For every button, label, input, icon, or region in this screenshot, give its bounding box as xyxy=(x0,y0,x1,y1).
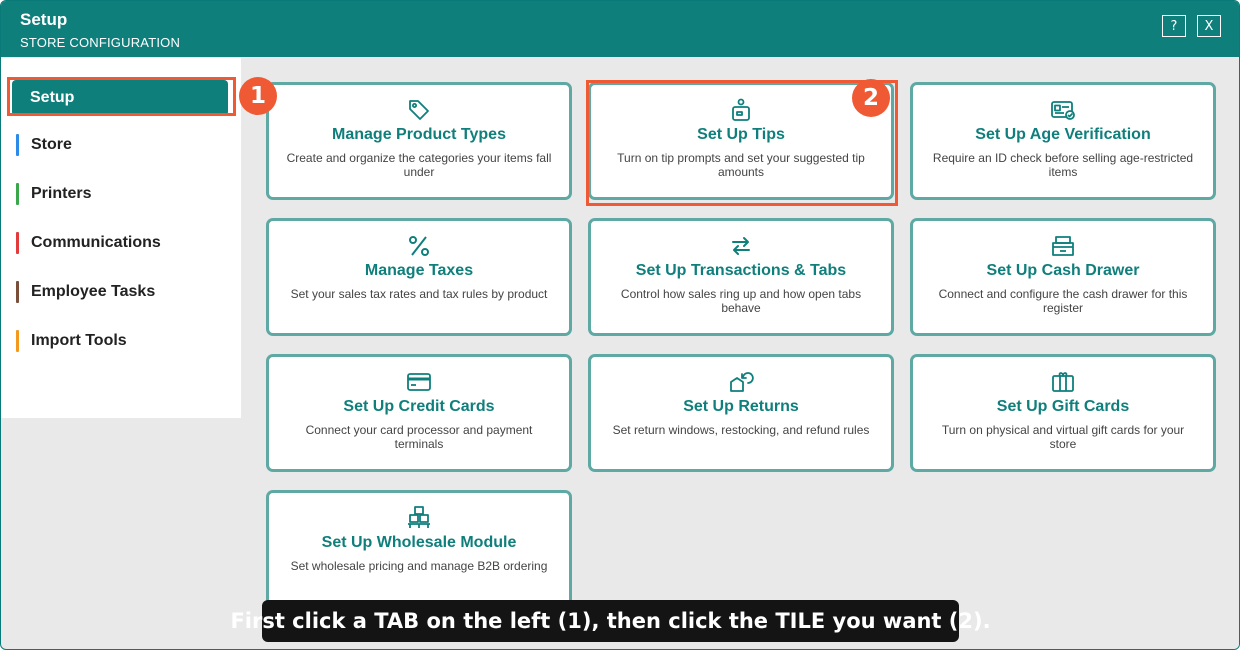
swap-arrows-icon xyxy=(728,233,754,259)
callout-badge-1: 1 xyxy=(239,77,277,115)
tile-set-up-cash-drawer[interactable]: Set Up Cash Drawer Connect and configure… xyxy=(910,218,1216,336)
sidebar-item-printers[interactable]: Printers xyxy=(12,176,228,212)
sidebar-item-label: Communications xyxy=(31,234,161,251)
tile-title: Set Up Age Verification xyxy=(975,126,1151,143)
window-title: Setup xyxy=(20,10,68,29)
gift-icon xyxy=(1050,369,1076,395)
tile-manage-taxes[interactable]: Manage Taxes Set your sales tax rates an… xyxy=(266,218,572,336)
sidebar-item-employee-tasks[interactable]: Employee Tasks xyxy=(12,274,228,310)
close-button[interactable]: X xyxy=(1197,15,1221,37)
tile-set-up-returns[interactable]: Set Up Returns Set return windows, resto… xyxy=(588,354,894,472)
sidebar-item-label: Printers xyxy=(31,185,92,202)
tile-title: Manage Product Types xyxy=(332,126,506,143)
percent-icon xyxy=(406,233,432,259)
accent-bar xyxy=(16,330,19,352)
tile-description: Create and organize the categories your … xyxy=(286,151,552,179)
tile-title: Set Up Wholesale Module xyxy=(321,534,517,551)
tile-set-up-gift-cards[interactable]: Set Up Gift Cards Turn on physical and v… xyxy=(910,354,1216,472)
tile-title: Set Up Gift Cards xyxy=(996,398,1130,415)
tile-description: Set wholesale pricing and manage B2B ord… xyxy=(290,559,548,573)
instruction-banner: First click a TAB on the left (1), then … xyxy=(230,600,991,642)
sidebar-item-store[interactable]: Store xyxy=(12,127,228,163)
tile-description: Require an ID check before selling age-r… xyxy=(932,151,1194,179)
tile-title: Set Up Transactions & Tabs xyxy=(635,262,847,279)
sidebar-item-label: Import Tools xyxy=(31,332,127,349)
tile-title: Set Up Returns xyxy=(683,398,799,415)
tile-title: Set Up Credit Cards xyxy=(343,398,495,415)
tile-description: Set return windows, restocking, and refu… xyxy=(612,423,870,437)
sidebar-item-communications[interactable]: Communications xyxy=(12,225,228,261)
tile-description: Turn on physical and virtual gift cards … xyxy=(941,423,1185,451)
tile-set-up-transactions-tabs[interactable]: Set Up Transactions & Tabs Control how s… xyxy=(588,218,894,336)
tile-set-up-credit-cards[interactable]: Set Up Credit Cards Connect your card pr… xyxy=(266,354,572,472)
cash-drawer-icon xyxy=(1050,233,1076,259)
help-button[interactable]: ? xyxy=(1162,15,1186,37)
accent-bar xyxy=(16,134,19,156)
tile-title: Set Up Cash Drawer xyxy=(986,262,1140,279)
window-subtitle: STORE CONFIGURATION xyxy=(20,35,181,50)
return-box-icon xyxy=(728,369,754,395)
tile-manage-product-types[interactable]: Manage Product Types Create and organize… xyxy=(266,82,572,200)
accent-bar xyxy=(16,183,19,205)
sidebar-item-import-tools[interactable]: Import Tools xyxy=(12,323,228,359)
tile-description: Connect your card processor and payment … xyxy=(305,423,533,451)
tile-description: Connect and configure the cash drawer fo… xyxy=(938,287,1188,315)
callout-badge-2: 2 xyxy=(852,79,890,117)
tile-set-up-age-verification[interactable]: Set Up Age Verification Require an ID ch… xyxy=(910,82,1216,200)
tile-title: Manage Taxes xyxy=(364,262,474,279)
tag-icon xyxy=(406,97,432,123)
accent-bar xyxy=(16,281,19,303)
tile-description: Set your sales tax rates and tax rules b… xyxy=(290,287,548,301)
setup-window: Setup STORE CONFIGURATION ? X Setup Stor… xyxy=(0,0,1240,650)
id-card-icon xyxy=(1050,97,1076,123)
credit-card-icon xyxy=(406,369,432,395)
tile-set-up-wholesale-module[interactable]: Set Up Wholesale Module Set wholesale pr… xyxy=(266,490,572,612)
callout-highlight-tab xyxy=(7,77,236,116)
title-bar: Setup STORE CONFIGURATION ? X xyxy=(1,1,1239,57)
tile-description: Control how sales ring up and how open t… xyxy=(620,287,862,315)
pallet-boxes-icon xyxy=(406,505,432,531)
accent-bar xyxy=(16,232,19,254)
sidebar-item-label: Store xyxy=(31,136,72,153)
sidebar-item-label: Employee Tasks xyxy=(31,283,156,300)
